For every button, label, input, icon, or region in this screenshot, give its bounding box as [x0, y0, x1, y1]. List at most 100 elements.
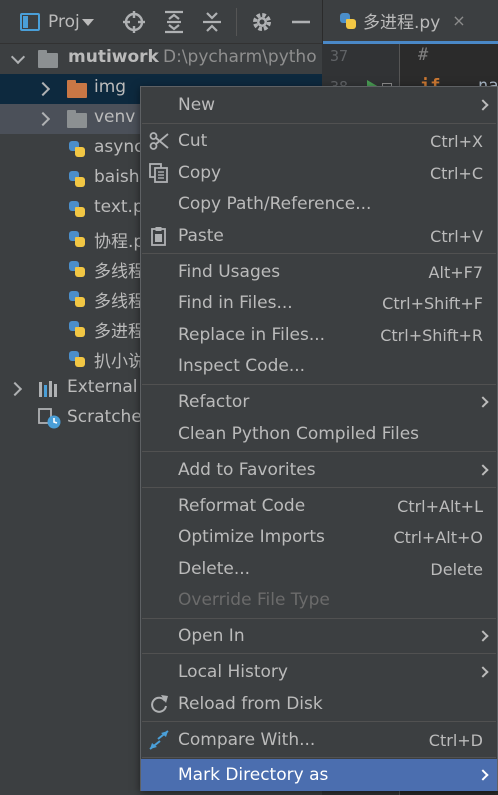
tree-item-label: baish	[94, 167, 140, 187]
menu-item-new[interactable]: New	[141, 89, 497, 121]
menu-item-label: Cut	[178, 131, 208, 151]
submenu-arrow-icon	[477, 769, 489, 781]
submenu-arrow-icon	[477, 99, 489, 111]
menu-item-shortcut: Ctrl+D	[428, 730, 483, 750]
menu-item-copy-path[interactable]: Copy Path/Reference...	[141, 188, 497, 220]
menu-item-replace-in-files[interactable]: Replace in Files... Ctrl+Shift+R	[141, 319, 497, 351]
menu-separator	[142, 618, 496, 619]
menu-item-inspect-code[interactable]: Inspect Code...	[141, 350, 497, 382]
library-icon	[39, 381, 57, 397]
menu-item-label: Find Usages	[178, 262, 281, 282]
reload-icon	[151, 695, 168, 713]
menu-item-compare-with[interactable]: Compare With... Ctrl+D	[141, 724, 497, 756]
menu-item-shortcut: Ctrl+X	[430, 131, 483, 151]
chevron-right-icon[interactable]	[35, 81, 51, 97]
close-icon[interactable]: ×	[452, 11, 465, 30]
menu-item-label: Delete...	[178, 559, 251, 579]
gear-icon[interactable]	[250, 10, 274, 34]
python-file-icon	[68, 230, 86, 248]
menu-item-label: Compare With...	[178, 730, 316, 750]
chevron-right-icon[interactable]	[35, 111, 51, 127]
menu-item-label: Reformat Code	[178, 496, 306, 516]
menu-separator	[142, 487, 496, 488]
menu-item-open-in[interactable]: Open In	[141, 620, 497, 652]
collapse-all-icon[interactable]	[200, 10, 224, 34]
python-file-icon	[68, 260, 86, 278]
python-file-icon	[68, 320, 86, 338]
chevron-down-icon[interactable]	[10, 49, 26, 65]
submenu-arrow-icon	[477, 666, 489, 678]
editor-tab-title: 多进程.py	[363, 13, 441, 33]
tree-root-path: D:\pycharm\pytho	[163, 47, 317, 67]
paste-clipboard-icon	[151, 227, 166, 246]
submenu-arrow-icon	[477, 396, 489, 408]
python-file-icon	[339, 12, 357, 30]
copy-icon	[149, 163, 168, 183]
editor-tab-strip: 多进程.py ×	[322, 0, 498, 44]
folder-icon	[38, 50, 58, 68]
tree-item-label: Scratche	[67, 407, 142, 427]
python-file-icon	[68, 140, 86, 158]
menu-item-paste[interactable]: Paste Ctrl+V	[141, 220, 497, 252]
menu-item-local-history[interactable]: Local History	[141, 656, 497, 688]
menu-item-shortcut: Ctrl+Shift+F	[382, 293, 483, 313]
python-file-icon	[68, 170, 86, 188]
menu-item-copy[interactable]: Copy Ctrl+C	[141, 157, 497, 189]
menu-item-shortcut: Ctrl+V	[430, 226, 483, 246]
menu-item-find-in-files[interactable]: Find in Files... Ctrl+Shift+F	[141, 287, 497, 319]
menu-item-delete[interactable]: Delete... Delete	[141, 553, 497, 585]
tree-item-label: 扒小说	[94, 352, 145, 372]
tree-item-label: async	[94, 137, 144, 157]
menu-item-add-favorites[interactable]: Add to Favorites	[141, 454, 497, 486]
menu-item-label: Paste	[178, 226, 224, 246]
menu-item-override-file-type: Override File Type	[141, 584, 497, 616]
menu-separator	[142, 653, 496, 654]
menu-item-shortcut: Ctrl+Alt+L	[397, 496, 483, 516]
menu-item-label: Copy Path/Reference...	[178, 194, 372, 214]
tree-item-label: text.p	[94, 197, 144, 217]
menu-item-label: Find in Files...	[178, 293, 293, 313]
menu-item-optimize-imports[interactable]: Optimize Imports Ctrl+Alt+O	[141, 521, 497, 553]
menu-item-label: Replace in Files...	[178, 325, 326, 345]
menu-separator	[142, 123, 496, 124]
menu-separator	[142, 253, 496, 254]
menu-item-label: Clean Python Compiled Files	[178, 424, 420, 444]
menu-item-cut[interactable]: Cut Ctrl+X	[141, 125, 497, 157]
menu-item-reload-from-disk[interactable]: Reload from Disk	[141, 688, 497, 720]
editor-tab[interactable]: 多进程.py ×	[323, 0, 498, 44]
submenu-arrow-icon	[477, 630, 489, 642]
menu-separator	[142, 721, 496, 722]
scissors-icon	[149, 132, 169, 150]
tree-root-name: mutiwork	[68, 47, 159, 67]
menu-item-find-usages[interactable]: Find Usages Alt+F7	[141, 256, 497, 288]
locate-crosshair-icon[interactable]	[122, 10, 146, 34]
submenu-arrow-icon	[477, 464, 489, 476]
menu-item-mark-directory-as[interactable]: Mark Directory as	[141, 759, 497, 791]
header-divider	[236, 8, 237, 36]
tree-item-label: 多线程	[94, 262, 145, 282]
project-view-selector[interactable]: Proj	[20, 9, 94, 35]
tree-item-label: 多线程	[94, 292, 145, 312]
menu-item-label: New	[178, 95, 216, 115]
menu-item-reformat[interactable]: Reformat Code Ctrl+Alt+L	[141, 490, 497, 522]
menu-item-label: Mark Directory as	[178, 765, 329, 785]
chevron-right-icon[interactable]	[7, 381, 23, 397]
context-menu: New Cut Ctrl+X Copy Ctrl+C Copy Path/Ref…	[140, 86, 498, 791]
menu-separator	[142, 757, 496, 758]
menu-item-label: Refactor	[178, 392, 250, 412]
menu-item-clean-python[interactable]: Clean Python Compiled Files	[141, 418, 497, 450]
tree-root-row[interactable]: mutiwork D:\pycharm\pytho	[0, 44, 322, 74]
folder-icon	[67, 110, 87, 128]
python-file-icon	[68, 200, 86, 218]
tree-item-label: img	[94, 77, 127, 97]
menu-separator	[142, 384, 496, 385]
compare-arrows-icon	[149, 730, 169, 750]
tree-item-label: External	[67, 377, 138, 397]
menu-item-refactor[interactable]: Refactor	[141, 386, 497, 418]
tree-item-label: 协程.p	[94, 232, 145, 252]
project-pane-icon	[20, 13, 40, 31]
python-file-icon	[68, 290, 86, 308]
hide-minus-icon[interactable]	[289, 10, 313, 34]
menu-item-label: Inspect Code...	[178, 356, 306, 376]
expand-all-icon[interactable]	[162, 10, 186, 34]
